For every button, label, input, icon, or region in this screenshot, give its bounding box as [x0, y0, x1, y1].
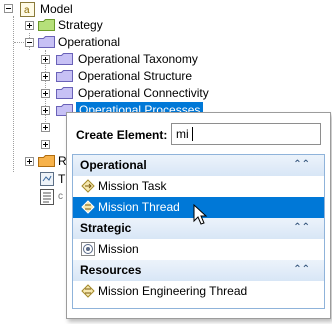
- tree-item-operational-connectivity[interactable]: Operational Connectivity: [78, 85, 209, 101]
- element-list[interactable]: Operational ⌃⌃ Mission Task Mission Thre…: [72, 154, 325, 309]
- text-caret: [192, 127, 193, 141]
- list-item-mission[interactable]: Mission: [73, 239, 324, 260]
- group-label: Operational: [80, 158, 147, 172]
- list-item-mission-task[interactable]: Mission Task: [73, 176, 324, 197]
- group-header-operational[interactable]: Operational ⌃⌃: [73, 155, 324, 176]
- double-chevron-up-icon[interactable]: ⌃⌃: [293, 159, 310, 170]
- collapse-toggle[interactable]: [25, 38, 34, 47]
- folder-icon: [38, 155, 55, 167]
- mission-icon: [81, 242, 95, 256]
- expand-toggle[interactable]: [25, 21, 34, 30]
- mouse-pointer-icon: [193, 204, 208, 225]
- tree-item-strategy[interactable]: Strategy: [58, 17, 103, 33]
- tree-item-operational-taxonomy[interactable]: Operational Taxonomy: [78, 51, 198, 67]
- group-label: Strategic: [80, 221, 132, 235]
- group-label: Resources: [80, 263, 142, 277]
- expand-toggle[interactable]: [41, 55, 50, 64]
- svg-text:a: a: [24, 5, 30, 16]
- expand-toggle[interactable]: [25, 157, 34, 166]
- model-icon: a: [20, 2, 35, 17]
- tree-root-label[interactable]: Model: [40, 1, 73, 17]
- expand-toggle[interactable]: [41, 140, 50, 149]
- create-element-label: Create Element:: [76, 128, 168, 142]
- list-item-label: Mission Engineering Thread: [98, 284, 248, 298]
- diagram-icon: [40, 172, 54, 186]
- group-header-resources[interactable]: Resources ⌃⌃: [73, 260, 324, 281]
- double-chevron-up-icon[interactable]: ⌃⌃: [293, 222, 310, 233]
- expand-toggle[interactable]: [41, 123, 50, 132]
- package-icon: [56, 70, 73, 82]
- collapse-toggle[interactable]: [4, 4, 13, 13]
- folder-icon: [38, 19, 55, 31]
- double-chevron-up-icon[interactable]: ⌃⌃: [293, 264, 310, 275]
- list-item-label: Mission: [98, 242, 139, 256]
- expand-toggle[interactable]: [41, 72, 50, 81]
- tree-connector: [13, 16, 14, 172]
- mission-task-icon: [81, 179, 95, 193]
- create-element-search-input[interactable]: [171, 123, 321, 145]
- tree-item-c-partial[interactable]: c: [58, 189, 63, 205]
- tree-item-t-partial[interactable]: T: [58, 171, 65, 187]
- mission-engineering-thread-icon: [81, 284, 95, 298]
- tree-item-operational-structure[interactable]: Operational Structure: [78, 68, 192, 84]
- list-item-label: Mission Task: [98, 179, 167, 193]
- expand-toggle[interactable]: [41, 106, 50, 115]
- list-item-label: Mission Thread: [98, 200, 180, 214]
- tree-item-operational[interactable]: Operational: [58, 34, 120, 50]
- mission-thread-icon: [81, 200, 95, 214]
- package-icon: [56, 53, 73, 65]
- package-icon: [56, 87, 73, 99]
- list-item-mission-engineering-thread[interactable]: Mission Engineering Thread: [73, 281, 324, 302]
- expand-toggle[interactable]: [41, 89, 50, 98]
- package-icon: [38, 36, 55, 48]
- document-icon: [40, 189, 54, 205]
